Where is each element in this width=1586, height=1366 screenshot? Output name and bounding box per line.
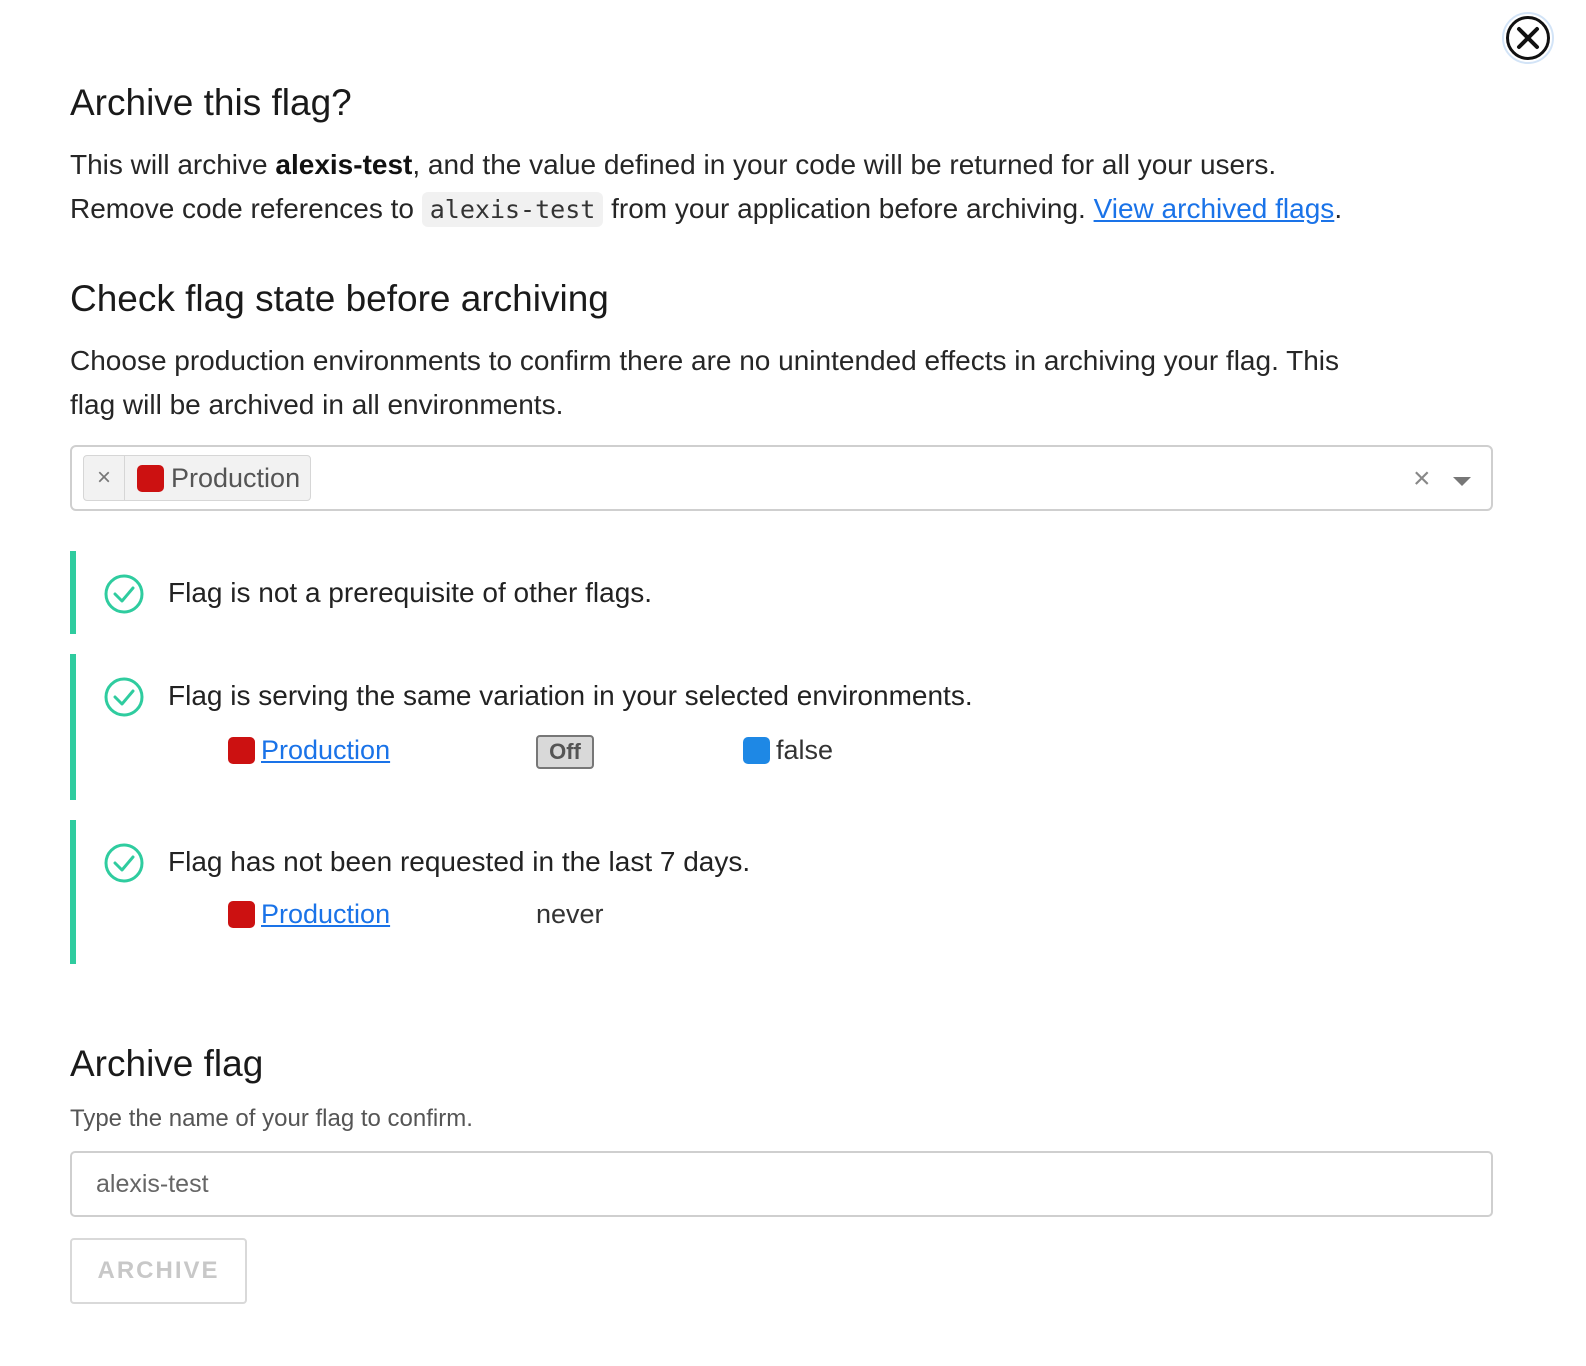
archive-title: Archive this flag?	[70, 82, 352, 123]
variation-color-swatch	[743, 737, 770, 764]
check-state-description-line1: Choose production environments to confir…	[70, 345, 1340, 376]
check-not-requested: Flag has not been requested in the last …	[70, 820, 1370, 964]
check-prerequisite: Flag is not a prerequisite of other flag…	[70, 551, 1370, 634]
environment-select[interactable]: × Production ×	[70, 445, 1493, 511]
environment-link-production[interactable]: Production	[261, 899, 390, 930]
check-state-title: Check flag state before archiving	[70, 278, 609, 319]
flag-name-confirm-input[interactable]	[70, 1151, 1493, 1217]
archive-flag-title: Archive flag	[70, 1043, 264, 1084]
archive-description-line1: This will archive alexis-test, and the v…	[70, 149, 1277, 180]
view-archived-flags-link[interactable]: View archived flags	[1094, 193, 1335, 224]
environment-chip-label: Production	[171, 462, 301, 493]
environment-row: Production Off false	[228, 735, 1128, 769]
environment-chip: × Production	[83, 455, 312, 501]
check-same-variation: Flag is serving the same variation in yo…	[70, 654, 1370, 800]
environment-color-swatch	[137, 464, 164, 492]
environment-color-swatch	[228, 901, 255, 928]
check-circle-icon	[104, 574, 144, 614]
code-reference: alexis-test	[421, 192, 604, 227]
check-state-description-line2: flag will be archived in all environment…	[70, 389, 564, 420]
chevron-down-icon[interactable]	[1453, 477, 1471, 486]
archive-button[interactable]: ARCHIVE	[70, 1238, 247, 1304]
close-icon	[1506, 16, 1550, 60]
remove-chip-button[interactable]: ×	[84, 456, 125, 500]
check-circle-icon	[104, 677, 144, 717]
toggle-state-badge: Off	[536, 735, 594, 769]
environment-link-production[interactable]: Production	[261, 735, 390, 766]
environment-color-swatch	[228, 737, 255, 764]
check-title: Flag is not a prerequisite of other flag…	[168, 577, 653, 608]
check-circle-icon	[104, 843, 144, 883]
confirm-hint: Type the name of your flag to confirm.	[70, 1105, 473, 1132]
close-button[interactable]	[1502, 12, 1554, 64]
flag-key: alexis-test	[275, 149, 413, 180]
check-title: Flag has not been requested in the last …	[168, 846, 751, 877]
variation-value: false	[743, 735, 833, 766]
clear-selection-icon[interactable]: ×	[1413, 461, 1431, 497]
archive-description-line2: Remove code references to alexis-test fr…	[70, 187, 1342, 232]
last-requested-value: never	[536, 899, 604, 929]
check-title: Flag is serving the same variation in yo…	[168, 680, 973, 711]
environment-row: Production never	[228, 899, 1128, 933]
